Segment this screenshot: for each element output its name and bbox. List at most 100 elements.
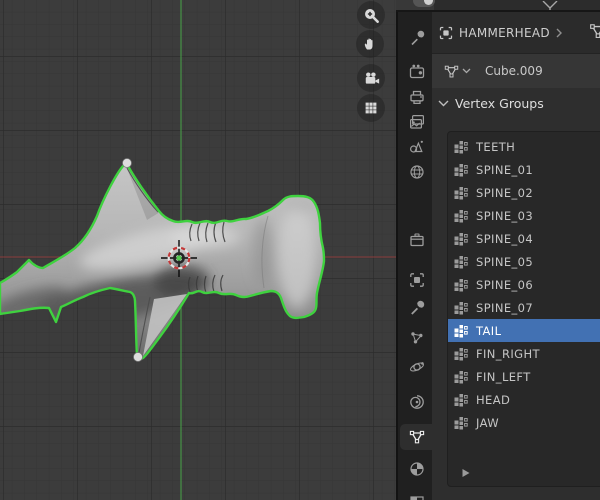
- vertex-group-row[interactable]: SPINE_03: [448, 204, 600, 227]
- tab-output[interactable]: [400, 84, 432, 110]
- vertex-group-icon: [454, 140, 468, 153]
- physics-orbit-icon: [410, 362, 424, 372]
- vertex-group-name: FIN_LEFT: [476, 369, 531, 384]
- vertex-group-icon: [454, 186, 468, 199]
- tab-tool[interactable]: [400, 25, 432, 51]
- pan-gizmo[interactable]: [356, 30, 384, 58]
- vertex-group-name: SPINE_07: [476, 300, 534, 315]
- vertex-group-icon: [454, 301, 468, 314]
- vertex-group-name: SPINE_01: [476, 162, 534, 177]
- vertex-group-icon: [454, 255, 468, 268]
- tab-view-layer[interactable]: [400, 109, 432, 135]
- blender-window: { "outliner_strip": { "icons": ["toggle-…: [0, 0, 600, 500]
- scene-icon: [409, 140, 423, 153]
- play-right-icon[interactable]: [461, 468, 471, 478]
- render-camera-icon: [409, 64, 425, 79]
- camera-icon: [365, 71, 379, 84]
- tab-texture[interactable]: [400, 490, 432, 500]
- chevron-down-icon: [438, 100, 449, 106]
- vertex-group-icon: [454, 416, 468, 429]
- vertex-group-row[interactable]: SPINE_04: [448, 227, 600, 250]
- tab-collection[interactable]: [400, 227, 432, 253]
- properties-tab-column: [396, 12, 432, 500]
- tab-render[interactable]: [400, 59, 432, 85]
- viewport-scene: [0, 0, 396, 500]
- vertex-group-icon: [454, 324, 468, 337]
- tab-physics[interactable]: [400, 354, 432, 380]
- vertex-group-rows: TEETH SPINE_01 SPINE_02 SPINE_03 SPINE_0…: [448, 135, 600, 434]
- particles-icon: [411, 332, 423, 344]
- tab-modifiers[interactable]: [400, 295, 432, 321]
- breadcrumb-object-name[interactable]: HAMMERHEAD: [459, 26, 550, 40]
- vertex-group-icon: [454, 163, 468, 176]
- vertex-group-name: SPINE_06: [476, 277, 534, 292]
- mesh-data-icon: [590, 24, 600, 39]
- vertex-groups-list[interactable]: TEETH SPINE_01 SPINE_02 SPINE_03 SPINE_0…: [447, 131, 600, 487]
- vertex-group-row[interactable]: SPINE_06: [448, 273, 600, 296]
- vertex-group-name: FIN_RIGHT: [476, 346, 540, 361]
- vertex-group-row[interactable]: FIN_LEFT: [448, 365, 600, 388]
- zoom-gizmo[interactable]: [357, 1, 385, 29]
- toggle-pill-icon[interactable]: [413, 0, 435, 7]
- tool-icon: [411, 30, 425, 46]
- printer-icon: [410, 90, 424, 105]
- object-brackets-icon: [410, 273, 424, 287]
- properties-panel: HAMMERHEAD Cube.009 Vertex Groups TEETH …: [432, 12, 600, 500]
- tab-world[interactable]: [400, 159, 432, 185]
- wrench-icon: [411, 300, 425, 315]
- vertex-group-name: SPINE_05: [476, 254, 534, 269]
- vertex-group-row[interactable]: HEAD: [448, 388, 600, 411]
- vertex-group-icon: [454, 347, 468, 360]
- mesh-data-icon: [444, 65, 459, 77]
- object-data-name: Cube.009: [485, 64, 543, 78]
- vertex-group-name: TAIL: [476, 323, 502, 338]
- mesh-data-icon: [409, 430, 425, 444]
- globe-icon: [410, 165, 424, 179]
- vertex-group-row[interactable]: JAW: [448, 411, 600, 434]
- vertex-group-name: JAW: [476, 415, 499, 430]
- vertex-group-row[interactable]: SPINE_05: [448, 250, 600, 273]
- tab-constraints[interactable]: [400, 389, 432, 415]
- chevron-right-icon: [556, 28, 562, 37]
- section-title: Vertex Groups: [455, 95, 544, 111]
- breadcrumb-data-icon-cut: [588, 21, 600, 44]
- texture-checker-icon: [410, 496, 424, 500]
- vertex-group-icon: [454, 278, 468, 291]
- vertex-group-icon: [454, 393, 468, 406]
- tab-object[interactable]: [400, 267, 432, 293]
- vertex-group-row[interactable]: SPINE_07: [448, 296, 600, 319]
- data-nav-row[interactable]: Cube.009: [432, 54, 600, 88]
- chevron-down-icon: [462, 68, 471, 74]
- breadcrumb: HAMMERHEAD: [432, 12, 600, 54]
- tab-object-data[interactable]: [400, 424, 432, 450]
- vertex-group-row[interactable]: SPINE_01: [448, 158, 600, 181]
- filter-funnel-icon[interactable]: [542, 1, 558, 11]
- 3d-viewport[interactable]: [0, 0, 396, 500]
- vertex-group-row[interactable]: SPINE_02: [448, 181, 600, 204]
- tab-material[interactable]: [400, 456, 432, 482]
- vertex-group-name: SPINE_04: [476, 231, 534, 246]
- outliner-header-strip: [396, 0, 600, 12]
- constraint-swirl-icon: [410, 395, 424, 409]
- vertex-group-row[interactable]: FIN_RIGHT: [448, 342, 600, 365]
- vertex-group-row[interactable]: TAIL: [448, 319, 600, 342]
- grid-icon: [365, 102, 377, 114]
- vertex-group-icon: [454, 370, 468, 383]
- vertex-group-name: SPINE_02: [476, 185, 534, 200]
- camera-view-gizmo[interactable]: [357, 64, 385, 92]
- vertex-group-name: TEETH: [476, 139, 516, 154]
- layers-images-icon: [409, 114, 425, 129]
- vertex-group-icon: [454, 209, 468, 222]
- hand-icon: [364, 38, 373, 50]
- vertex-group-name: SPINE_03: [476, 208, 534, 223]
- object-icon: [439, 26, 453, 39]
- fin-tip-ball-top: [122, 158, 132, 168]
- zoom-icon: [364, 8, 379, 23]
- tab-particles[interactable]: [400, 325, 432, 351]
- vertex-groups-section-header[interactable]: Vertex Groups: [432, 88, 600, 118]
- vertex-group-row[interactable]: TEETH: [448, 135, 600, 158]
- vertex-group-icon: [454, 232, 468, 245]
- tab-scene[interactable]: [400, 134, 432, 160]
- collection-box-icon: [410, 233, 424, 247]
- ortho-toggle-gizmo[interactable]: [357, 94, 385, 122]
